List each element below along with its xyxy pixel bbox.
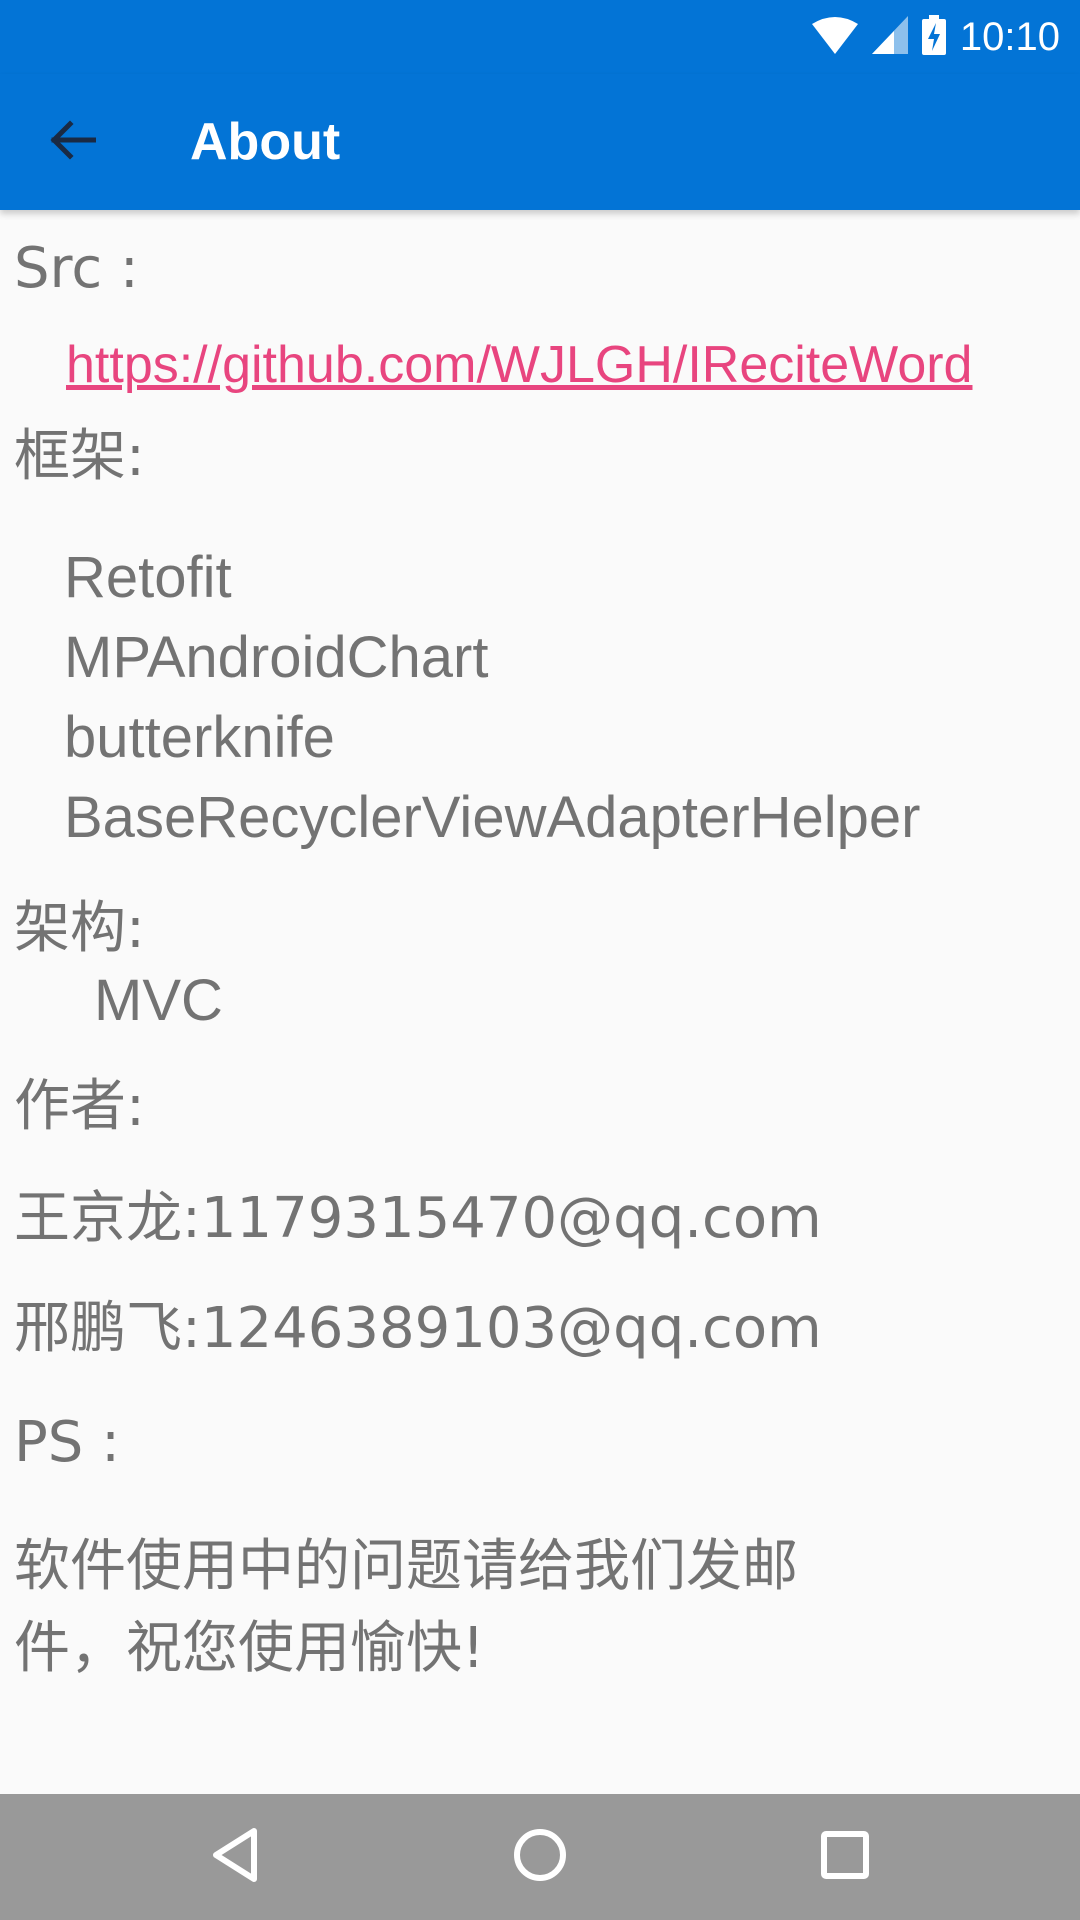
- nav-recents-button[interactable]: [800, 1812, 890, 1902]
- list-item: BaseRecyclerViewAdapterHelper: [64, 785, 921, 850]
- wifi-icon: [811, 16, 858, 58]
- ps-label: PS :: [14, 1410, 120, 1475]
- square-recents-icon: [820, 1830, 870, 1884]
- status-time: 10:10: [959, 14, 1060, 59]
- architecture-label: 架构:: [14, 896, 145, 961]
- ps-text-line1: 软件使用中的问题请给我们发邮: [14, 1534, 798, 1599]
- framework-list: Retofit MPAndroidChart butterknife BaseR…: [64, 538, 920, 858]
- page-title: About: [190, 113, 341, 171]
- author-label: 作者:: [14, 1074, 145, 1139]
- author-email: 王京龙:1179315470@qq.com: [14, 1186, 822, 1251]
- list-item: Retofit: [64, 545, 232, 610]
- status-bar: 10:10: [0, 0, 1080, 74]
- list-item: MPAndroidChart: [64, 625, 489, 690]
- nav-back-button[interactable]: [190, 1812, 280, 1902]
- battery-charging-icon: [921, 15, 946, 59]
- nav-home-button[interactable]: [495, 1812, 585, 1902]
- src-link[interactable]: https://github.com/WJLGH/IReciteWord: [66, 332, 972, 398]
- arrow-left-icon: [48, 120, 97, 164]
- app-bar: About: [0, 74, 1080, 210]
- back-button[interactable]: [34, 104, 110, 180]
- ps-text-line2: 件，祝您使用愉快!: [14, 1616, 485, 1681]
- framework-label: 框架:: [14, 424, 145, 489]
- circle-home-icon: [512, 1827, 568, 1887]
- cell-signal-icon: [871, 16, 908, 58]
- author-email: 邢鹏飞:1246389103@qq.com: [14, 1296, 822, 1361]
- triangle-back-icon: [210, 1827, 260, 1887]
- status-icons: 10:10: [811, 6, 1060, 68]
- architecture-value: MVC: [94, 968, 223, 1033]
- list-item: butterknife: [64, 705, 335, 770]
- navigation-bar: [0, 1794, 1080, 1920]
- src-label: Src :: [14, 236, 139, 301]
